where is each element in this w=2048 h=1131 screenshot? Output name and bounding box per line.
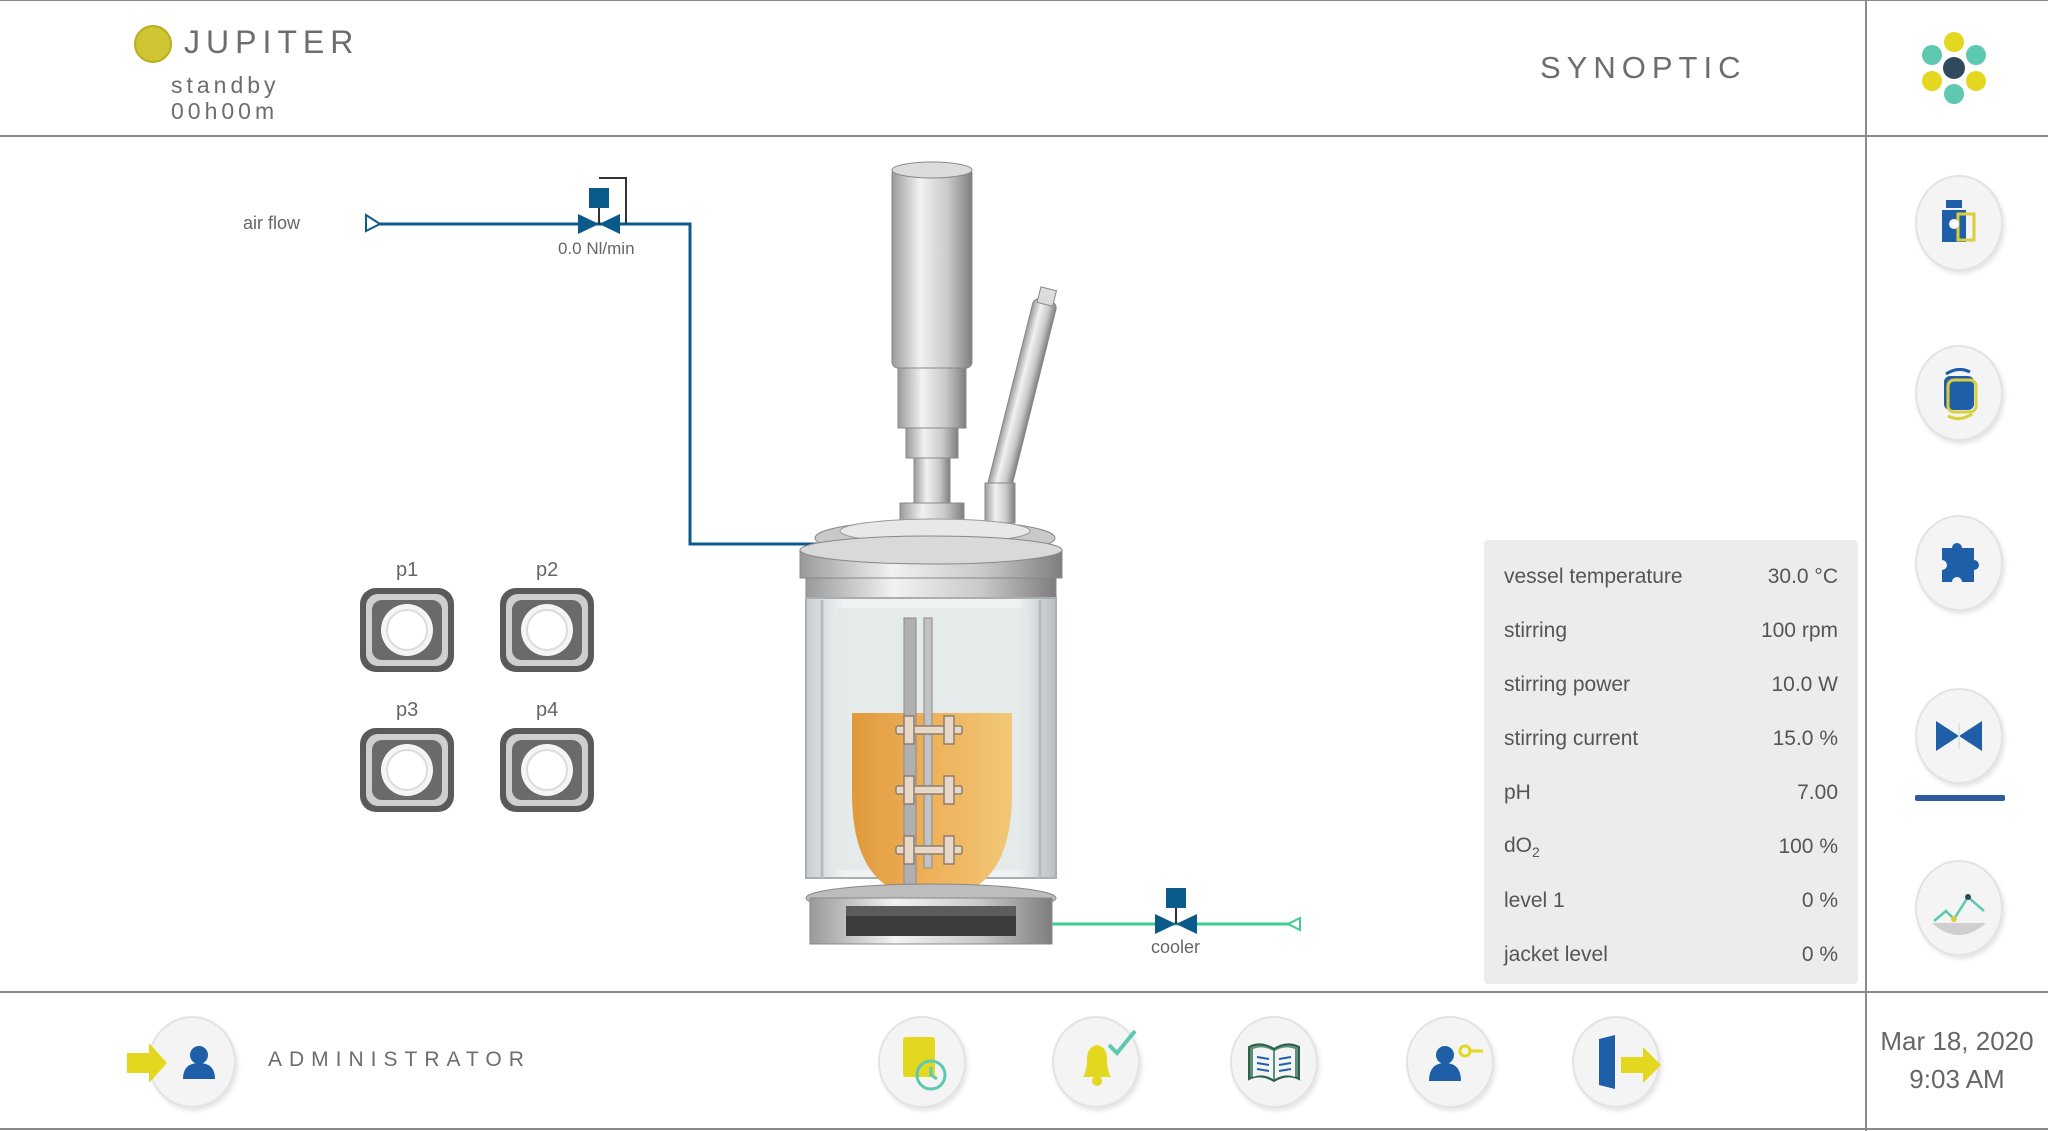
valve-icon	[1936, 721, 1982, 751]
current-time: 9:03 AM	[1909, 1064, 2005, 1094]
login-button[interactable]	[127, 1016, 236, 1108]
footer-divider	[0, 991, 2048, 993]
measurement-value: 0 %	[1801, 943, 1838, 966]
measurement-row: stirring current 15.0 %	[1504, 712, 1838, 766]
pump-p2-label: p2	[536, 559, 558, 581]
measurements-panel: vessel temperature 30.0 °C stirring 100 …	[1484, 540, 1858, 984]
do2-label-main: dO	[1504, 833, 1533, 857]
bioreactor-vessel[interactable]	[799, 161, 1063, 945]
measurement-row: level 1 0 %	[1504, 874, 1838, 928]
pump-p1[interactable]: p1	[359, 559, 455, 673]
nav-calibration-button[interactable]	[1915, 175, 2003, 271]
air-flow-label: air flow	[243, 213, 301, 233]
manual-button[interactable]	[1230, 1016, 1318, 1108]
manual-icon	[1248, 1043, 1300, 1083]
nav-cycle-button[interactable]	[1915, 345, 2003, 441]
measurement-value: 100 rpm	[1760, 619, 1838, 642]
measurement-row: vessel temperature 30.0 °C	[1504, 550, 1838, 604]
alarm-acknowledge-button[interactable]	[1052, 1016, 1140, 1108]
user-key-icon	[1429, 1044, 1483, 1081]
current-date: Mar 18, 2020	[1880, 1026, 2034, 1056]
measurement-value: 0 %	[1801, 889, 1838, 912]
pump-p2[interactable]: p2	[499, 559, 595, 673]
exit-icon	[1599, 1035, 1661, 1089]
puzzle-icon	[1942, 543, 1979, 582]
measurement-row: pH 7.00	[1504, 766, 1838, 820]
cycle-icon	[1944, 367, 1978, 421]
measurement-row: jacket level 0 %	[1504, 928, 1838, 982]
cooler-outlet-marker	[1285, 916, 1301, 932]
measurement-label: dO2	[1504, 834, 1540, 860]
pump-p1-label: p1	[396, 559, 418, 581]
page-title: SYNOPTIC	[1540, 50, 1747, 85]
pump-p3[interactable]: p3	[359, 699, 455, 813]
measurement-label: stirring current	[1504, 727, 1639, 750]
schedule-button[interactable]	[878, 1016, 966, 1108]
measurement-row: stirring power 10.0 W	[1504, 658, 1838, 712]
measurement-label: vessel temperature	[1504, 565, 1683, 588]
brand-status-dot	[134, 25, 172, 63]
nav-trends-button[interactable]	[1915, 860, 2003, 956]
exit-button[interactable]	[1572, 1016, 1661, 1108]
bottom-border	[0, 1128, 2048, 1130]
pump-p3-label: p3	[396, 699, 418, 721]
user-key-button[interactable]	[1406, 1016, 1494, 1108]
alarm-acknowledge-icon	[1083, 1029, 1137, 1086]
sidebar-divider	[1865, 0, 1867, 1131]
pump-p4-label: p4	[536, 699, 558, 721]
measurement-row: stirring 100 rpm	[1504, 604, 1838, 658]
measurement-row: dO2 100 %	[1504, 820, 1838, 874]
cooler-valve[interactable]	[1155, 888, 1197, 934]
measurement-value: 10.0 W	[1771, 673, 1838, 696]
measurement-label: pH	[1504, 781, 1531, 804]
air-flow-valve[interactable]	[578, 177, 627, 234]
measurement-value: 100 %	[1778, 835, 1838, 858]
app-name: JUPITER	[184, 24, 360, 60]
measurement-value: 30.0 °C	[1767, 565, 1838, 588]
schedule-icon	[903, 1037, 947, 1091]
measurement-value: 7.00	[1797, 781, 1838, 804]
measurement-value: 15.0 %	[1772, 727, 1838, 750]
do2-label-sub: 2	[1532, 844, 1540, 861]
run-timer: 00h00m	[171, 98, 279, 124]
cooler-label: cooler	[1151, 937, 1200, 957]
login-icon	[127, 1043, 215, 1083]
brand-logo-icon	[1922, 32, 1986, 104]
measurement-label: stirring	[1504, 619, 1568, 642]
run-status: standby	[171, 72, 280, 98]
measurement-label: stirring power	[1504, 673, 1631, 696]
user-role: ADMINISTRATOR	[268, 1048, 531, 1071]
process-synoptic: air flow 0.0 Nl/min p1 p2 p3 p4 cooler	[243, 161, 1301, 957]
air-inlet-marker	[365, 213, 383, 233]
top-border	[0, 0, 2048, 1]
trend-chart-icon	[1932, 894, 1986, 935]
measurement-label: level 1	[1504, 889, 1565, 912]
measurement-label: jacket level	[1504, 943, 1608, 966]
air-flow-line	[380, 222, 822, 546]
nav-synoptic-button[interactable]	[1915, 688, 2003, 784]
header-divider	[0, 135, 2048, 137]
nav-modules-button[interactable]	[1915, 515, 2003, 611]
pump-p4[interactable]: p4	[499, 699, 595, 813]
air-flow-value: 0.0 Nl/min	[558, 239, 635, 258]
flask-settings-icon	[1942, 200, 1976, 242]
nav-active-indicator	[1915, 795, 2005, 801]
